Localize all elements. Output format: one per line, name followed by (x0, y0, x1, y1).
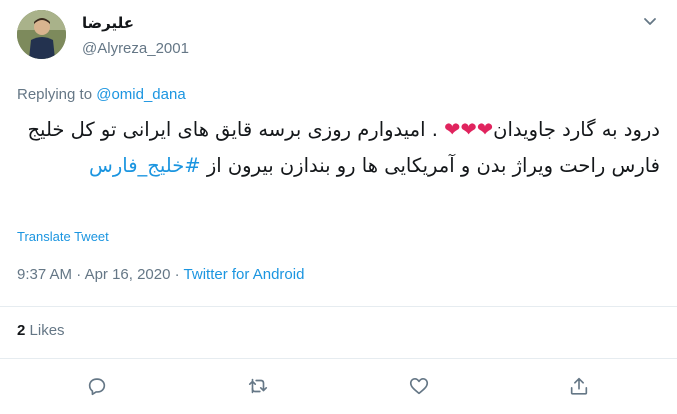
heart-emojis: ❤❤❤ (444, 118, 494, 141)
tweet-date[interactable]: Apr 16, 2020 (85, 266, 171, 283)
tweet-source-link[interactable]: Twitter for Android (184, 266, 305, 283)
caret-down-icon[interactable] (641, 13, 659, 31)
avatar[interactable] (17, 10, 66, 59)
tweet-time[interactable]: 9:37 AM (17, 266, 72, 283)
author-handle[interactable]: @Alyreza_2001 (82, 40, 189, 57)
retweet-icon[interactable] (244, 372, 272, 400)
share-icon[interactable] (565, 372, 593, 400)
likes-count[interactable]: 2 Likes (17, 322, 65, 339)
tweet-text: درود به گارد جاویدان❤❤❤ . امیدوارم روزی … (17, 112, 660, 184)
author-name[interactable]: علیرضا (82, 14, 134, 32)
reply-mention-link[interactable]: @omid_dana (96, 86, 185, 103)
reply-icon[interactable] (83, 372, 111, 400)
translate-tweet-link[interactable]: Translate Tweet (17, 229, 109, 244)
replying-to: Replying to @omid_dana (17, 86, 186, 103)
divider (0, 306, 677, 307)
meta-separator: · (174, 266, 180, 283)
replying-to-label: Replying to (17, 86, 93, 103)
likes-label: Likes (29, 322, 65, 339)
likes-number: 2 (17, 322, 26, 339)
meta-separator: · (76, 266, 82, 283)
divider (0, 358, 677, 359)
tweet-text-part1: درود به گارد جاویدان (493, 118, 660, 141)
avatar-photo (17, 10, 66, 59)
tweet-meta: 9:37 AM · Apr 16, 2020 · Twitter for And… (17, 266, 304, 283)
like-icon[interactable] (405, 372, 433, 400)
hashtag-link[interactable]: #خلیج_فارس (89, 154, 201, 177)
